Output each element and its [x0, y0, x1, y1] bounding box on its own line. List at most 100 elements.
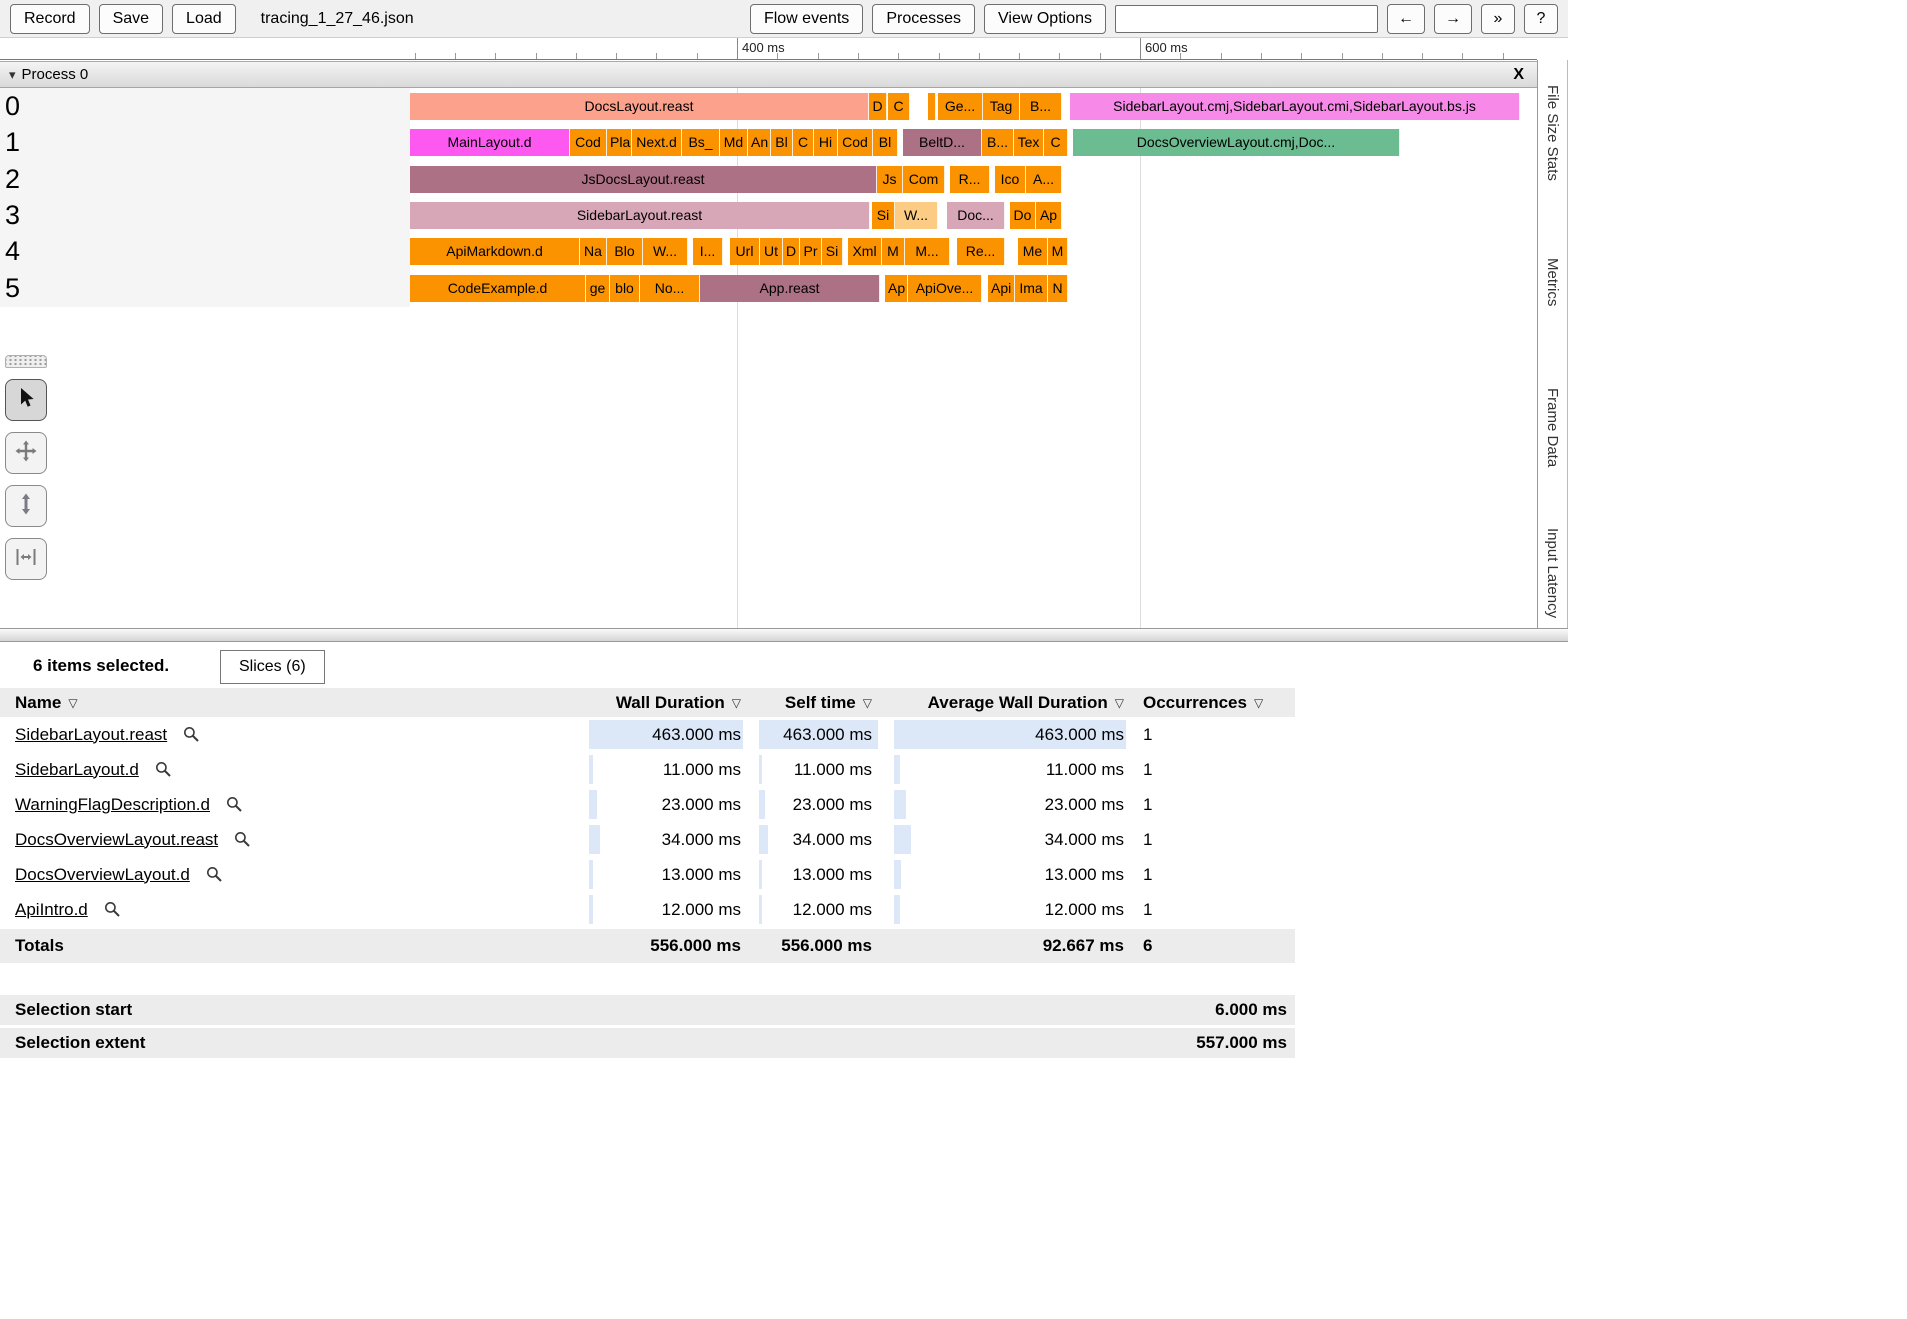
- timeline-slice[interactable]: Me: [1018, 238, 1048, 265]
- timeline-slice[interactable]: Tex: [1014, 129, 1044, 156]
- timeline-slice[interactable]: M: [882, 238, 905, 265]
- timeline-slice[interactable]: Pla: [607, 129, 632, 156]
- timeline-slice[interactable]: Xml: [848, 238, 882, 265]
- slice-name-link[interactable]: DocsOverviewLayout.reast: [15, 830, 218, 850]
- timeline-slice[interactable]: Ima: [1015, 275, 1048, 302]
- timeline-slice[interactable]: CodeExample.d: [410, 275, 586, 302]
- timeline-slice[interactable]: DocsOverviewLayout.cmj,Doc...: [1073, 129, 1400, 156]
- timeline-slice[interactable]: Md: [720, 129, 748, 156]
- timeline-slice[interactable]: SidebarLayout.reast: [410, 202, 870, 229]
- timeline-slice[interactable]: W...: [643, 238, 688, 265]
- timeline-slice[interactable]: Bl: [873, 129, 898, 156]
- timeline-slice[interactable]: Doc...: [947, 202, 1005, 229]
- column-header-wall-duration[interactable]: Wall Duration▽: [575, 688, 745, 717]
- slice-name-link[interactable]: WarningFlagDescription.d: [15, 795, 210, 815]
- timeline-slice[interactable]: C: [1044, 129, 1068, 156]
- magnifier-icon[interactable]: [234, 831, 251, 848]
- timeline-slice[interactable]: Re...: [957, 238, 1005, 265]
- timeline-slice[interactable]: C: [888, 93, 910, 120]
- magnifier-icon[interactable]: [104, 901, 121, 918]
- timeline-slice[interactable]: B...: [1020, 93, 1062, 120]
- magnifier-icon[interactable]: [155, 761, 172, 778]
- slice-name-link[interactable]: DocsOverviewLayout.d: [15, 865, 190, 885]
- slice-name-link[interactable]: SidebarLayout.reast: [15, 725, 167, 745]
- column-header-occurrences[interactable]: Occurrences▽: [1128, 688, 1295, 717]
- timeline-slice[interactable]: Bl: [771, 129, 793, 156]
- side-tab-metrics[interactable]: Metrics: [1544, 258, 1561, 306]
- timeline-slice[interactable]: M: [1048, 238, 1068, 265]
- palette-grip-handle[interactable]: [5, 355, 47, 368]
- timeline-slice[interactable]: blo: [610, 275, 640, 302]
- timeline-slice[interactable]: JsDocsLayout.reast: [410, 166, 877, 193]
- timeline-slice[interactable]: W...: [895, 202, 938, 229]
- column-header-self-time[interactable]: Self time▽: [745, 688, 880, 717]
- collapse-arrow-icon[interactable]: ▾: [9, 67, 16, 83]
- panel-splitter[interactable]: [0, 628, 1568, 642]
- timeline-slice[interactable]: Pr: [800, 238, 822, 265]
- timeline-slice[interactable]: MainLayout.d: [410, 129, 570, 156]
- tab-slices[interactable]: Slices (6): [220, 650, 325, 684]
- column-header-name[interactable]: Name▽: [0, 688, 575, 717]
- timeline-slice[interactable]: Next.d: [632, 129, 682, 156]
- processes-button[interactable]: Processes: [872, 4, 975, 34]
- timeline-slice[interactable]: Ico: [995, 166, 1026, 193]
- timeline-slice[interactable]: ApiOve...: [908, 275, 982, 302]
- timeline-slice[interactable]: N: [1048, 275, 1068, 302]
- timeline-slice[interactable]: M...: [905, 238, 950, 265]
- save-button[interactable]: Save: [99, 4, 163, 34]
- slice-name-link[interactable]: ApiIntro.d: [15, 900, 88, 920]
- timeline-slice[interactable]: ge: [586, 275, 610, 302]
- timeline-slice[interactable]: BeltD...: [903, 129, 982, 156]
- timeline-slice[interactable]: Blo: [607, 238, 643, 265]
- find-next-button[interactable]: →: [1434, 4, 1472, 34]
- timeline-slice[interactable]: An: [748, 129, 771, 156]
- find-previous-button[interactable]: ←: [1387, 4, 1425, 34]
- timeline-slice[interactable]: Ut: [760, 238, 783, 265]
- timeline-slice[interactable]: Hi: [814, 129, 838, 156]
- timing-tool-button[interactable]: [5, 538, 47, 580]
- search-input[interactable]: [1115, 5, 1378, 33]
- timeline-slice[interactable]: Ap: [1036, 202, 1062, 229]
- timeline-slice[interactable]: DocsLayout.reast: [410, 93, 869, 120]
- side-tab-file-size-stats[interactable]: File Size Stats: [1544, 85, 1561, 181]
- column-header-average-wall-duration[interactable]: Average Wall Duration▽: [880, 688, 1128, 717]
- timeline-slice[interactable]: Api: [988, 275, 1015, 302]
- collapse-toolbar-button[interactable]: »: [1481, 4, 1515, 34]
- timeline-slice[interactable]: Tag: [983, 93, 1020, 120]
- slice-name-link[interactable]: SidebarLayout.d: [15, 760, 139, 780]
- timeline-slice[interactable]: Ge...: [938, 93, 983, 120]
- vertical-zoom-tool-button[interactable]: [5, 485, 47, 527]
- load-button[interactable]: Load: [172, 4, 236, 34]
- timeline-slice[interactable]: B...: [982, 129, 1014, 156]
- timeline-slice[interactable]: ApiMarkdown.d: [410, 238, 580, 265]
- pan-tool-button[interactable]: [5, 432, 47, 474]
- magnifier-icon[interactable]: [183, 726, 200, 743]
- timeline-slice[interactable]: Si: [872, 202, 895, 229]
- timeline-slice[interactable]: Url: [730, 238, 760, 265]
- timeline-slice[interactable]: Bs_: [682, 129, 720, 156]
- timeline-slice[interactable]: Js: [877, 166, 903, 193]
- selection-tool-button[interactable]: [5, 379, 47, 421]
- view-options-button[interactable]: View Options: [984, 4, 1106, 34]
- timeline-slice[interactable]: Na: [580, 238, 607, 265]
- timeline-slice[interactable]: Ap: [885, 275, 908, 302]
- timeline-slice[interactable]: Com: [903, 166, 945, 193]
- timeline-slice[interactable]: App.reast: [700, 275, 880, 302]
- timeline-slice[interactable]: C: [793, 129, 814, 156]
- timeline-slice[interactable]: D: [869, 93, 887, 120]
- record-button[interactable]: Record: [10, 4, 90, 34]
- magnifier-icon[interactable]: [226, 796, 243, 813]
- timeline-slice[interactable]: [928, 93, 936, 120]
- timeline-slice[interactable]: A...: [1026, 166, 1062, 193]
- flow-events-button[interactable]: Flow events: [750, 4, 863, 34]
- timeline-slice[interactable]: R...: [950, 166, 990, 193]
- side-tab-frame-data[interactable]: Frame Data: [1544, 388, 1561, 467]
- magnifier-icon[interactable]: [206, 866, 223, 883]
- help-button[interactable]: ?: [1524, 4, 1558, 34]
- process-header[interactable]: ▾ Process 0 X: [0, 61, 1537, 88]
- close-process-button[interactable]: X: [1509, 66, 1528, 84]
- timeline-slice[interactable]: Cod: [838, 129, 873, 156]
- timeline-slice[interactable]: Cod: [570, 129, 607, 156]
- timeline-slice[interactable]: D: [783, 238, 800, 265]
- timeline-slice[interactable]: Do: [1010, 202, 1036, 229]
